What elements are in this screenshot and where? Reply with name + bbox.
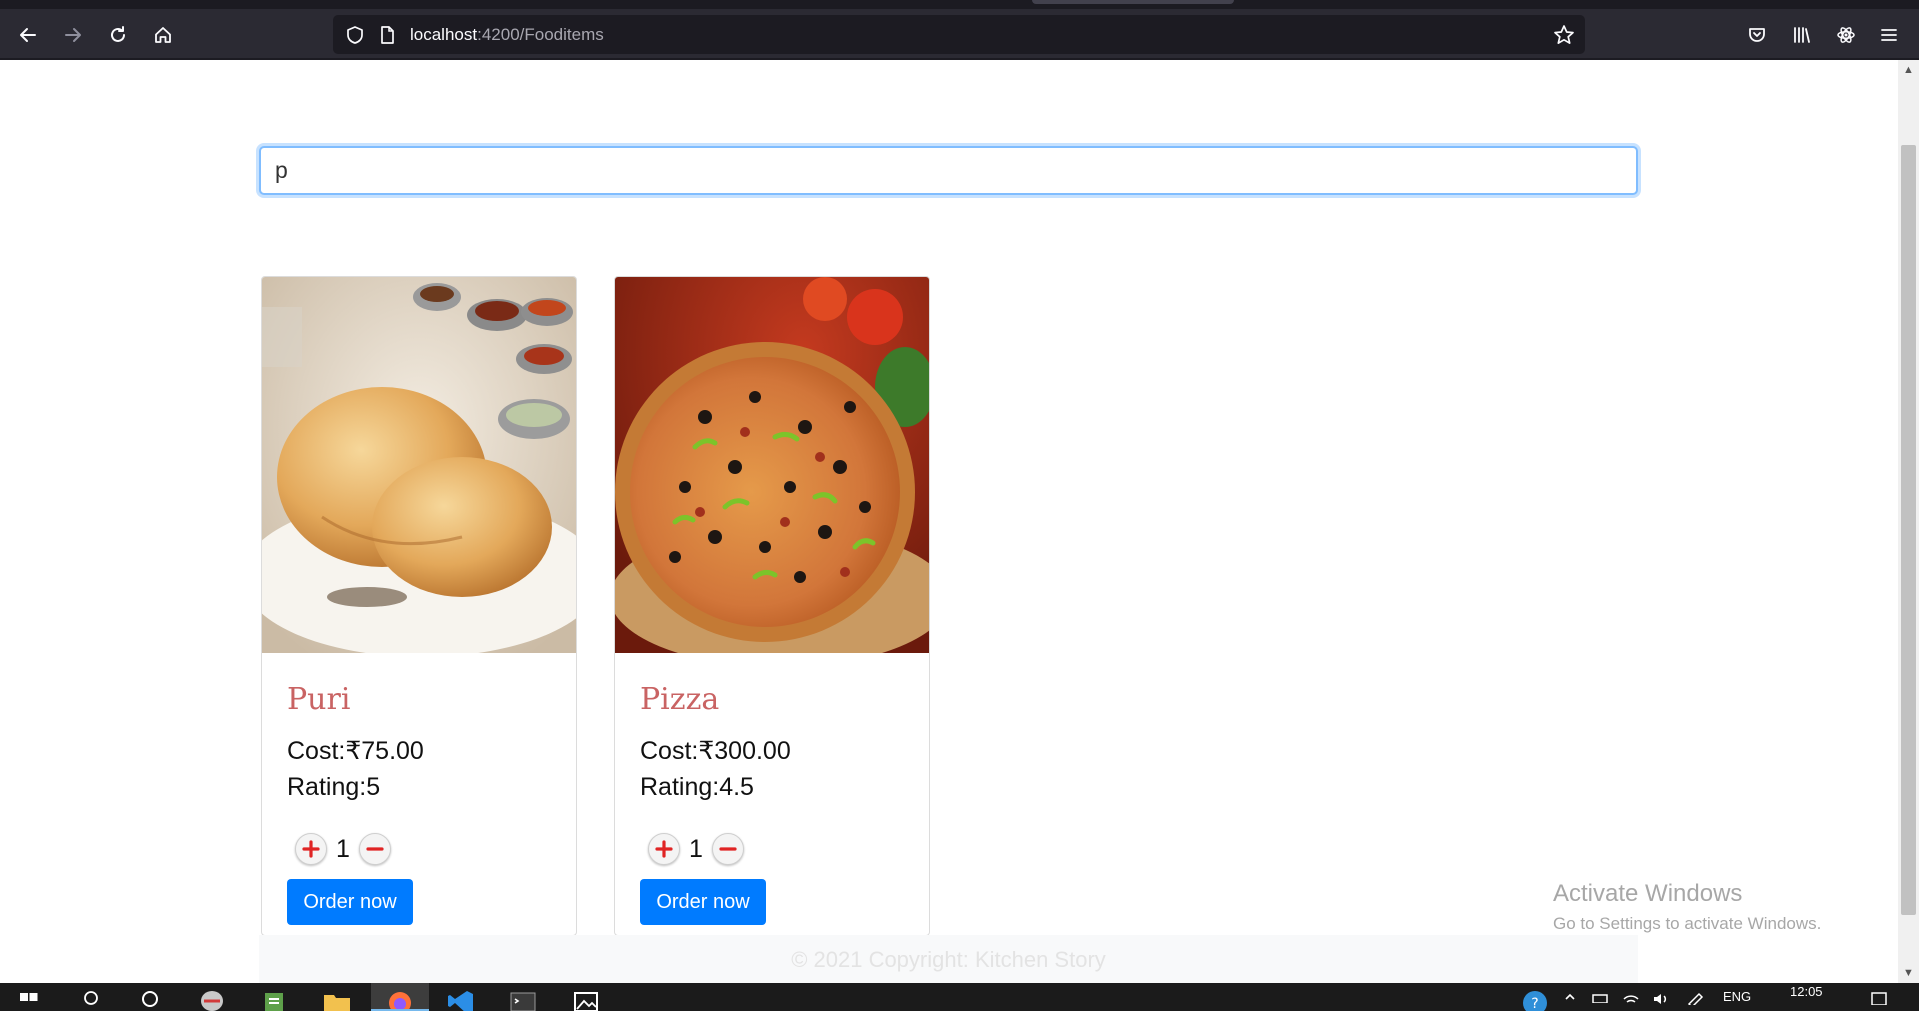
pocket-icon[interactable] (1740, 18, 1774, 52)
minus-icon (366, 847, 384, 851)
food-cost: Cost:₹75.00 (287, 737, 424, 765)
plus-icon (302, 840, 320, 858)
scroll-down-arrow-icon[interactable]: ▼ (1898, 965, 1919, 981)
activate-windows-watermark: Activate Windows Go to Settings to activ… (1553, 880, 1821, 934)
minus-icon (719, 847, 737, 851)
page-viewport: Puri Cost:₹75.00 Rating:5 1 Order now (0, 60, 1898, 983)
help-icon[interactable]: ? (1520, 987, 1550, 1011)
back-icon[interactable] (11, 18, 45, 52)
svg-text:?: ? (1531, 996, 1538, 1011)
decrement-button[interactable] (712, 833, 744, 865)
home-icon[interactable] (146, 18, 180, 52)
extension-atom-icon[interactable] (1829, 18, 1863, 52)
search-input[interactable] (259, 146, 1638, 195)
firefox-taskbar-icon[interactable] (371, 983, 429, 1011)
decrement-button[interactable] (359, 833, 391, 865)
page-info-icon[interactable] (377, 25, 397, 45)
wifi-icon[interactable] (1620, 987, 1642, 1011)
active-tab[interactable] (1032, 0, 1234, 4)
food-name: Pizza (640, 682, 720, 717)
tray-chevron-up-icon[interactable] (1562, 987, 1578, 1011)
photos-app-icon[interactable] (569, 987, 603, 1011)
food-rating: Rating:5 (287, 773, 381, 801)
cortana-icon[interactable] (138, 987, 162, 1011)
address-bar[interactable]: localhost:4200/Fooditems (333, 15, 1585, 54)
food-card: Puri Cost:₹75.00 Rating:5 1 Order now (261, 276, 577, 936)
quantity-stepper: 1 (648, 831, 744, 867)
windows-start-icon[interactable] (16, 987, 42, 1011)
browser-toolbar: localhost:4200/Fooditems (0, 0, 1919, 60)
food-image-puri (262, 277, 576, 653)
quantity-stepper: 1 (295, 831, 391, 867)
scroll-up-arrow-icon[interactable]: ▲ (1898, 62, 1919, 78)
hamburger-menu-icon[interactable] (1872, 18, 1906, 52)
forward-icon[interactable] (56, 18, 90, 52)
url-host: localhost (410, 25, 478, 44)
page-footer: © 2021 Copyright: Kitchen Story (259, 935, 1638, 983)
clock[interactable]: 12:05 (1790, 984, 1823, 999)
notifications-icon[interactable] (1868, 987, 1890, 1011)
url-path: :4200/Fooditems (477, 25, 604, 44)
reload-icon[interactable] (101, 18, 135, 52)
food-cost: Cost:₹300.00 (640, 737, 791, 765)
notepad-app-icon[interactable] (258, 987, 290, 1011)
footer-copyright: © 2021 Copyright: Kitchen Story (791, 947, 1106, 972)
scrollbar-thumb[interactable] (1901, 145, 1916, 915)
file-explorer-icon[interactable] (320, 987, 354, 1011)
windows-taskbar: ? ENG 12:05 (0, 983, 1919, 1011)
search-icon[interactable] (80, 987, 102, 1011)
food-rating: Rating:4.5 (640, 773, 754, 801)
food-card: Pizza Cost:₹300.00 Rating:4.5 1 Order no… (614, 276, 930, 936)
food-image-pizza (615, 277, 929, 653)
increment-button[interactable] (295, 833, 327, 865)
order-now-button[interactable]: Order now (640, 879, 766, 925)
tracking-shield-icon[interactable] (345, 25, 365, 45)
battery-icon[interactable] (1590, 987, 1612, 1011)
volume-icon[interactable] (1650, 987, 1672, 1011)
pen-icon[interactable] (1684, 987, 1706, 1011)
watermark-subtitle: Go to Settings to activate Windows. (1553, 914, 1822, 933)
quantity-value: 1 (336, 834, 350, 863)
page-scrollbar[interactable]: ▲ ▼ (1898, 60, 1919, 983)
library-icon[interactable] (1785, 18, 1819, 52)
watermark-title: Activate Windows (1553, 880, 1743, 907)
increment-button[interactable] (648, 833, 680, 865)
quantity-value: 1 (689, 834, 703, 863)
order-now-button[interactable]: Order now (287, 879, 413, 925)
vscode-icon[interactable] (444, 987, 478, 1011)
bookmark-star-icon[interactable] (1553, 24, 1575, 46)
terminal-icon[interactable] (506, 987, 540, 1011)
food-name: Puri (287, 682, 351, 717)
language-indicator[interactable]: ENG (1723, 989, 1751, 1004)
url-text[interactable]: localhost:4200/Fooditems (410, 25, 604, 45)
plus-icon (655, 840, 673, 858)
tab-strip (0, 0, 1919, 9)
app-icon-1[interactable] (196, 987, 228, 1011)
